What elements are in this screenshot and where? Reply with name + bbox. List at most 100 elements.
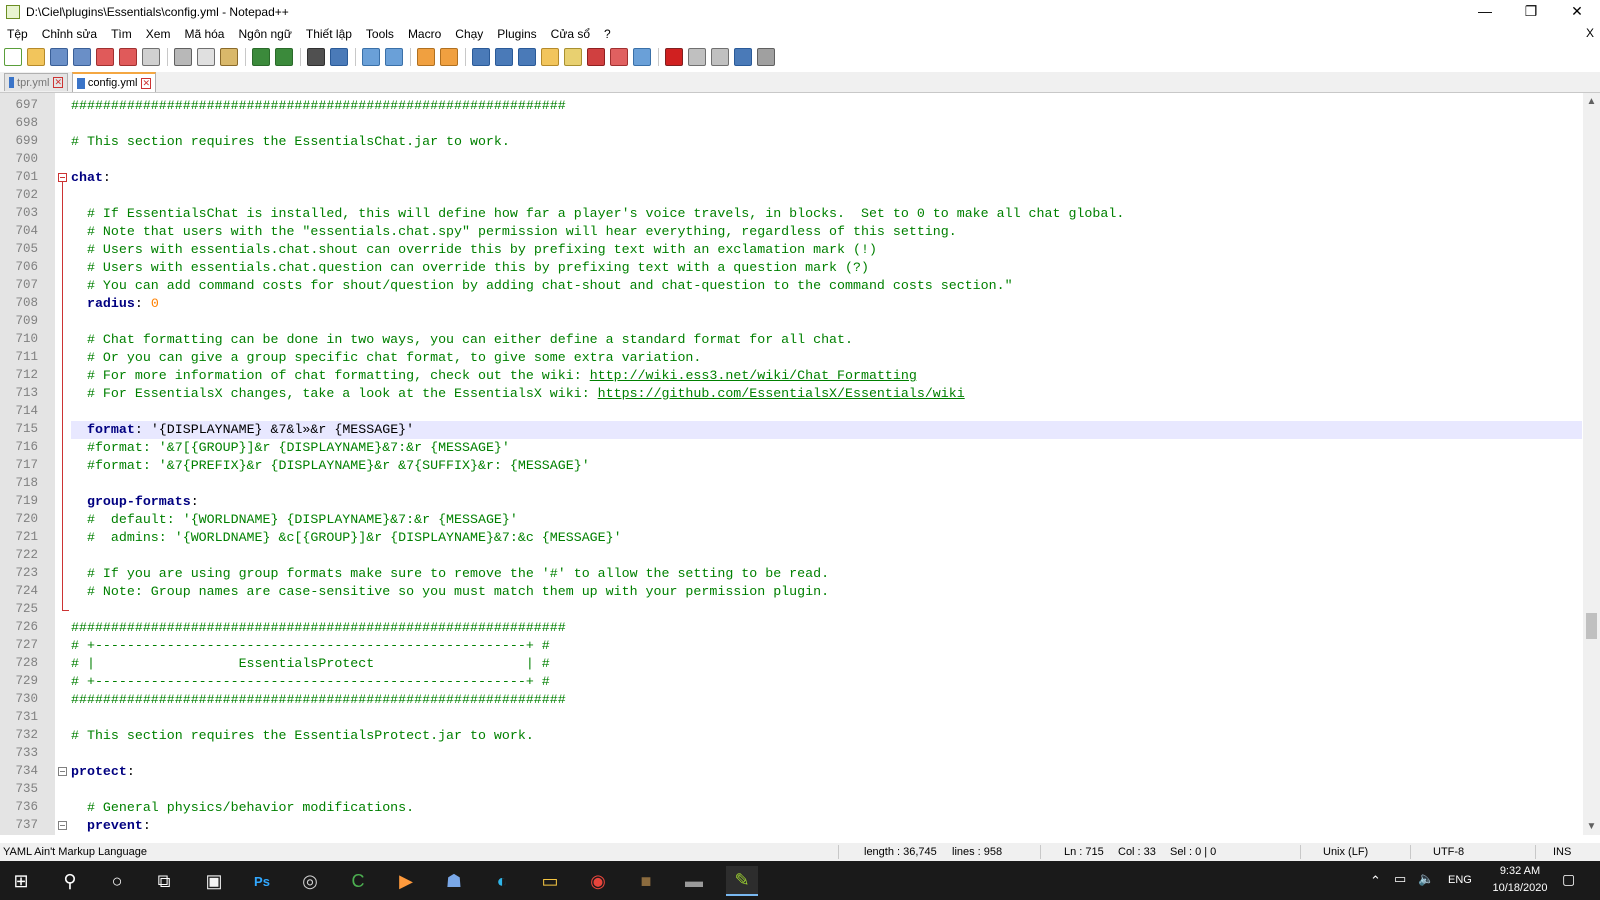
menu-item[interactable]: ? [597, 27, 618, 41]
tab-config-yml[interactable]: config.yml ✕ [72, 72, 156, 92]
code-text[interactable] [71, 115, 1582, 133]
code-line[interactable]: 697 #####################################… [0, 97, 1582, 115]
tab-tpr-yml[interactable]: tpr.yml ✕ [4, 73, 68, 91]
undo-icon[interactable] [252, 48, 270, 66]
show-all-chars-icon[interactable] [495, 48, 513, 66]
code-text[interactable]: ########################################… [71, 619, 1582, 637]
code-line[interactable]: 709 [0, 313, 1582, 331]
code-text[interactable] [71, 151, 1582, 169]
code-text[interactable]: format: '{DISPLAYNAME} &7&l»&r {MESSAGE}… [71, 421, 1582, 439]
close-file-icon[interactable] [96, 48, 114, 66]
store-icon[interactable]: ▣ [198, 866, 230, 896]
replace-icon[interactable] [330, 48, 348, 66]
hyperlink[interactable]: http://wiki.ess3.net/wiki/Chat_Formattin… [590, 368, 917, 383]
code-text[interactable]: # | EssentialsProtect | # [71, 655, 1582, 673]
code-line[interactable]: 721 # admins: '{WORLDNAME} &c[{GROUP}]&r… [0, 529, 1582, 547]
code-line[interactable]: 730 #####################################… [0, 691, 1582, 709]
scroll-thumb[interactable] [1586, 613, 1597, 639]
menu-item[interactable]: Macro [401, 27, 448, 41]
code-text[interactable]: # Users with essentials.chat.shout can o… [71, 241, 1582, 259]
people-icon[interactable]: ☗ [438, 866, 470, 896]
code-text[interactable] [71, 313, 1582, 331]
clock-time[interactable]: 9:32 AM [1488, 865, 1552, 877]
stop-record-icon[interactable] [688, 48, 706, 66]
start-icon[interactable]: ⊞ [5, 866, 37, 896]
volume-icon[interactable]: 🔈 [1418, 871, 1434, 887]
code-line[interactable]: 703 # If EssentialsChat is installed, th… [0, 205, 1582, 223]
menu-item[interactable]: Ngôn ngữ [231, 27, 298, 41]
cortana-icon[interactable]: ○ [101, 866, 133, 896]
menu-item[interactable]: Tools [359, 27, 401, 41]
code-text[interactable]: chat: [71, 169, 1582, 187]
code-text[interactable]: # Or you can give a group specific chat … [71, 349, 1582, 367]
code-line[interactable]: 732 # This section requires the Essential… [0, 727, 1582, 745]
code-text[interactable]: # For EssentialsX changes, take a look a… [71, 385, 1582, 403]
file-explorer-icon[interactable]: ▭ [534, 866, 566, 896]
code-text[interactable]: # This section requires the EssentialsPr… [71, 727, 1582, 745]
sync-horizontal-icon[interactable] [440, 48, 458, 66]
menu-item[interactable]: Plugins [490, 27, 543, 41]
code-line[interactable]: 714 [0, 403, 1582, 421]
code-text[interactable]: # default: '{WORLDNAME} {DISPLAYNAME}&7:… [71, 511, 1582, 529]
task-view-icon[interactable]: ⧉ [148, 866, 180, 896]
code-line[interactable]: 724 # Note: Group names are case-sensiti… [0, 583, 1582, 601]
fold-marker[interactable] [57, 817, 71, 835]
open-file-icon[interactable] [27, 48, 45, 66]
clock-date[interactable]: 10/18/2020 [1484, 882, 1556, 894]
code-text[interactable]: # Note that users with the "essentials.c… [71, 223, 1582, 241]
cut-icon[interactable] [174, 48, 192, 66]
collapse-icon[interactable] [58, 173, 67, 182]
minecraft-icon[interactable]: ■ [630, 866, 662, 896]
code-line[interactable]: 717 #format: '&7{PREFIX}&r {DISPLAYNAME}… [0, 457, 1582, 475]
search-icon[interactable]: ⚲ [54, 866, 86, 896]
code-line[interactable]: 737 prevent: [0, 817, 1582, 835]
close-document-button[interactable]: X [1586, 26, 1594, 40]
status-encoding[interactable]: UTF-8 [1433, 846, 1464, 858]
notifications-icon[interactable]: ▢ [1562, 871, 1575, 888]
code-text[interactable] [71, 547, 1582, 565]
code-text[interactable]: # This section requires the EssentialsCh… [71, 133, 1582, 151]
save-all-icon[interactable] [73, 48, 91, 66]
code-line[interactable]: 701 chat: [0, 169, 1582, 187]
photoshop-icon[interactable]: Ps [246, 866, 278, 896]
code-text[interactable] [71, 601, 1582, 619]
code-text[interactable]: # +-------------------------------------… [71, 673, 1582, 691]
code-text[interactable]: group-formats: [71, 493, 1582, 511]
input-language[interactable]: ENG [1448, 874, 1472, 886]
code-line[interactable]: 699 # This section requires the Essential… [0, 133, 1582, 151]
code-text[interactable]: #format: '&7{PREFIX}&r {DISPLAYNAME}&r &… [71, 457, 1582, 475]
play-macro-icon[interactable] [711, 48, 729, 66]
code-line[interactable]: 706 # Users with essentials.chat.questio… [0, 259, 1582, 277]
run-macro-multiple-icon[interactable] [734, 48, 752, 66]
code-text[interactable] [71, 475, 1582, 493]
function-list-icon[interactable] [587, 48, 605, 66]
scroll-down-icon[interactable]: ▼ [1583, 818, 1600, 835]
code-line[interactable]: 734 protect: [0, 763, 1582, 781]
save-icon[interactable] [50, 48, 68, 66]
code-text[interactable]: #format: '&7[{GROUP}]&r {DISPLAYNAME}&7:… [71, 439, 1582, 457]
code-line[interactable]: 710 # Chat formatting can be done in two… [0, 331, 1582, 349]
vertical-scrollbar[interactable]: ▲ ▼ [1583, 93, 1600, 835]
code-line[interactable]: 726 #####################################… [0, 619, 1582, 637]
code-line[interactable]: 704 # Note that users with the "essentia… [0, 223, 1582, 241]
editor-area[interactable]: 697 #####################################… [0, 93, 1600, 835]
code-line[interactable]: 715 format: '{DISPLAYNAME} &7&l»&r {MESS… [0, 421, 1582, 439]
network-icon[interactable]: ▭ [1394, 871, 1406, 887]
code-text[interactable]: protect: [71, 763, 1582, 781]
minimize-button[interactable]: — [1462, 0, 1508, 22]
code-line[interactable]: 735 [0, 781, 1582, 799]
video-player-icon[interactable]: ▶ [390, 866, 422, 896]
code-text[interactable]: # admins: '{WORLDNAME} &c[{GROUP}]&r {DI… [71, 529, 1582, 547]
copy-icon[interactable] [197, 48, 215, 66]
code-line[interactable]: 729 # +----------------------------------… [0, 673, 1582, 691]
menu-item[interactable]: Mã hóa [177, 27, 231, 41]
menu-item[interactable]: Tìm [104, 27, 139, 41]
code-line[interactable]: 707 # You can add command costs for shou… [0, 277, 1582, 295]
code-text[interactable] [71, 709, 1582, 727]
terminal-icon[interactable]: ▬ [678, 866, 710, 896]
code-line[interactable]: 728 # | EssentialsProtect | # [0, 655, 1582, 673]
camtasia-icon[interactable]: C [342, 866, 374, 896]
save-macro-icon[interactable] [757, 48, 775, 66]
code-text[interactable]: # Chat formatting can be done in two way… [71, 331, 1582, 349]
code-line[interactable]: 731 [0, 709, 1582, 727]
